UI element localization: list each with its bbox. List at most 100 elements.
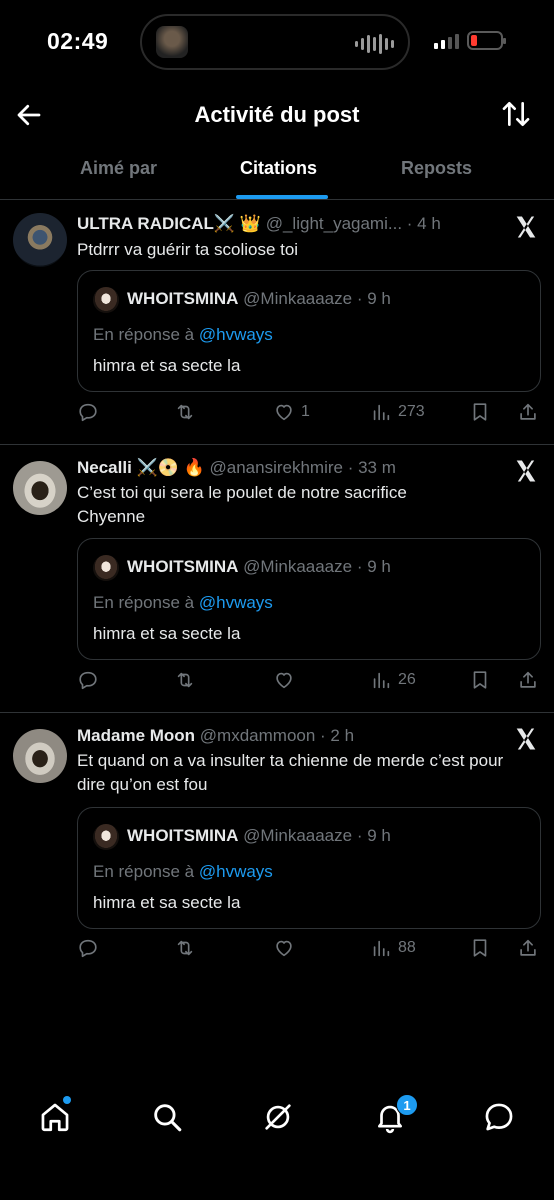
reply-prefix: En réponse à — [93, 593, 199, 612]
tab-reposts[interactable]: Reposts — [401, 158, 472, 179]
repost-icon — [177, 940, 193, 956]
heart-icon — [276, 672, 292, 689]
quoted-author-name: WHOITSMINA — [127, 289, 239, 308]
quoted-post[interactable]: WHOITSMINA @Minkaaaaze · 9 h En réponse … — [77, 270, 541, 392]
mention-link[interactable]: @hvways — [199, 862, 273, 881]
reply-icon — [79, 403, 97, 422]
post-item[interactable]: Madame Moon @mxdammoon · 2 h Et quand on… — [0, 713, 554, 985]
repost-button[interactable] — [174, 937, 196, 959]
quoted-author-handle: @Minkaaaaze · 9 h — [243, 557, 391, 576]
reply-icon — [79, 939, 97, 958]
author-handle: @mxdammoon · 2 h — [199, 726, 355, 745]
notification-badge: 1 — [396, 1094, 418, 1116]
post-text: Et quand on a va insulter ta chienne de … — [77, 751, 504, 794]
home-icon[interactable] — [38, 1100, 72, 1134]
quoted-author-name: WHOITSMINA — [127, 557, 239, 576]
x-logo-icon — [516, 460, 536, 482]
mention-link[interactable]: @hvways — [199, 325, 273, 344]
analytics-icon — [373, 672, 390, 689]
share-button[interactable] — [517, 937, 539, 959]
tab-aime-par[interactable]: Aimé par — [80, 158, 157, 179]
post-item[interactable]: Necalli ⚔️📀 🔥 @anansirekhmire · 33 m C’e… — [0, 445, 554, 713]
reply-button[interactable] — [77, 937, 99, 959]
quoted-author-line: WHOITSMINA @Minkaaaaze · 9 h — [127, 826, 391, 846]
like-button[interactable]: 1 — [273, 401, 310, 423]
heart-icon — [276, 940, 292, 957]
tab-bar: Aimé par Citations Reposts — [0, 148, 554, 200]
grok-icon[interactable] — [261, 1100, 295, 1134]
reply-prefix: En réponse à — [93, 862, 199, 881]
avatar[interactable] — [13, 213, 67, 267]
post-text: Ptdrrr va guérir ta scoliose toi — [77, 240, 299, 259]
post-author-line: Necalli ⚔️📀 🔥 @anansirekhmire · 33 m — [77, 458, 396, 478]
reply-context: En réponse à @hvways — [93, 325, 273, 345]
repost-icon — [177, 672, 193, 688]
repost-button[interactable] — [174, 669, 196, 691]
action-bar: 26 — [77, 669, 541, 699]
share-button[interactable] — [517, 401, 539, 423]
share-button[interactable] — [517, 669, 539, 691]
author-name[interactable]: Madame Moon — [77, 726, 195, 745]
reply-context: En réponse à @hvways — [93, 862, 273, 882]
view-count: 273 — [398, 403, 425, 420]
like-button[interactable] — [273, 937, 301, 959]
like-button[interactable] — [273, 669, 301, 691]
view-count: 26 — [398, 671, 416, 688]
bookmark-icon — [473, 671, 487, 689]
dynamic-island[interactable] — [140, 14, 410, 70]
views-button[interactable]: 273 — [370, 401, 425, 423]
avatar[interactable] — [13, 729, 67, 783]
page-title: Activité du post — [194, 102, 360, 127]
post-text: C’est toi qui sera le poulet de notre sa… — [77, 483, 407, 526]
analytics-icon — [373, 404, 390, 421]
repost-button[interactable] — [174, 401, 196, 423]
messages-icon[interactable] — [482, 1100, 516, 1134]
top-header: Activité du post — [0, 92, 554, 138]
battery-icon — [467, 31, 506, 50]
sort-arrows-icon[interactable] — [500, 98, 532, 130]
bookmark-icon — [473, 403, 487, 421]
views-button[interactable]: 88 — [370, 937, 416, 959]
like-count: 1 — [301, 403, 310, 420]
bookmark-icon — [473, 939, 487, 957]
avatar[interactable] — [13, 461, 67, 515]
post-item[interactable]: ULTRA RADICAL⚔️ 👑 @_light_yagami... · 4 … — [0, 201, 554, 445]
reply-icon — [79, 671, 97, 690]
share-icon — [520, 939, 536, 956]
quoted-text: himra et sa secte la — [93, 624, 241, 643]
bookmark-button[interactable] — [469, 401, 491, 423]
avatar — [93, 555, 119, 581]
quoted-text: himra et sa secte la — [93, 356, 241, 375]
action-bar: 1 273 — [77, 401, 541, 431]
reply-context: En réponse à @hvways — [93, 593, 273, 613]
quoted-author-handle: @Minkaaaaze · 9 h — [243, 826, 391, 845]
share-icon — [520, 671, 536, 688]
tab-citations[interactable]: Citations — [240, 158, 317, 179]
bottom-nav: 1 — [0, 1086, 554, 1150]
repost-icon — [177, 404, 193, 420]
clock: 02:49 — [47, 28, 109, 54]
reply-button[interactable] — [77, 401, 99, 423]
author-handle: @anansirekhmire · 33 m — [209, 458, 396, 477]
post-author-line: ULTRA RADICAL⚔️ 👑 @_light_yagami... · 4 … — [77, 214, 441, 234]
quoted-post[interactable]: WHOITSMINA @Minkaaaaze · 9 h En réponse … — [77, 538, 541, 660]
quoted-post[interactable]: WHOITSMINA @Minkaaaaze · 9 h En réponse … — [77, 807, 541, 929]
views-button[interactable]: 26 — [370, 669, 416, 691]
quoted-author-line: WHOITSMINA @Minkaaaaze · 9 h — [127, 289, 391, 309]
heart-icon — [276, 404, 292, 421]
bookmark-button[interactable] — [469, 937, 491, 959]
author-name[interactable]: Necalli ⚔️📀 🔥 — [77, 458, 205, 477]
view-count: 88 — [398, 939, 416, 956]
quoted-author-handle: @Minkaaaaze · 9 h — [243, 289, 391, 308]
reply-button[interactable] — [77, 669, 99, 691]
bookmark-button[interactable] — [469, 669, 491, 691]
x-logo-icon — [516, 216, 536, 238]
author-name[interactable]: ULTRA RADICAL⚔️ 👑 — [77, 214, 261, 233]
author-handle: @_light_yagami... · 4 h — [265, 214, 441, 233]
cellular-signal-icon — [434, 34, 459, 49]
avatar — [93, 824, 119, 850]
share-icon — [520, 403, 536, 420]
post-author-line: Madame Moon @mxdammoon · 2 h — [77, 726, 354, 746]
search-icon[interactable] — [150, 1100, 184, 1134]
mention-link[interactable]: @hvways — [199, 593, 273, 612]
